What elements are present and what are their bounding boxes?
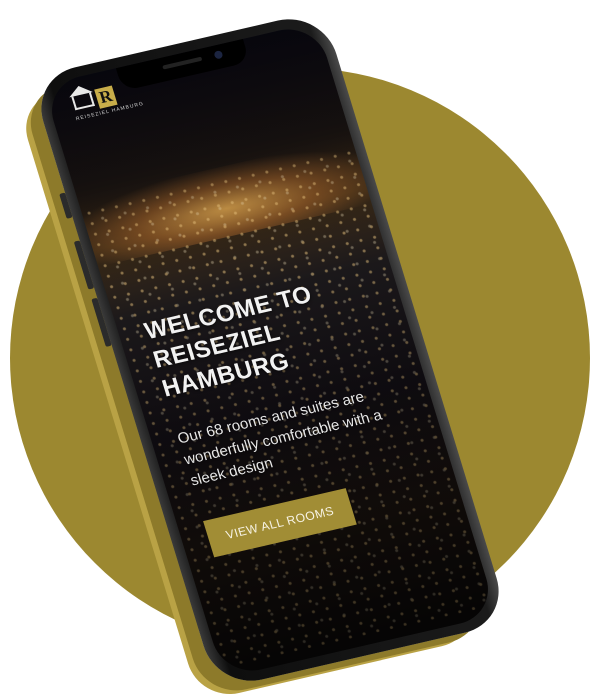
- house-logo-icon: [71, 92, 95, 111]
- logo-letter: R: [94, 85, 118, 109]
- front-camera: [213, 50, 224, 60]
- speaker-grill: [162, 56, 203, 70]
